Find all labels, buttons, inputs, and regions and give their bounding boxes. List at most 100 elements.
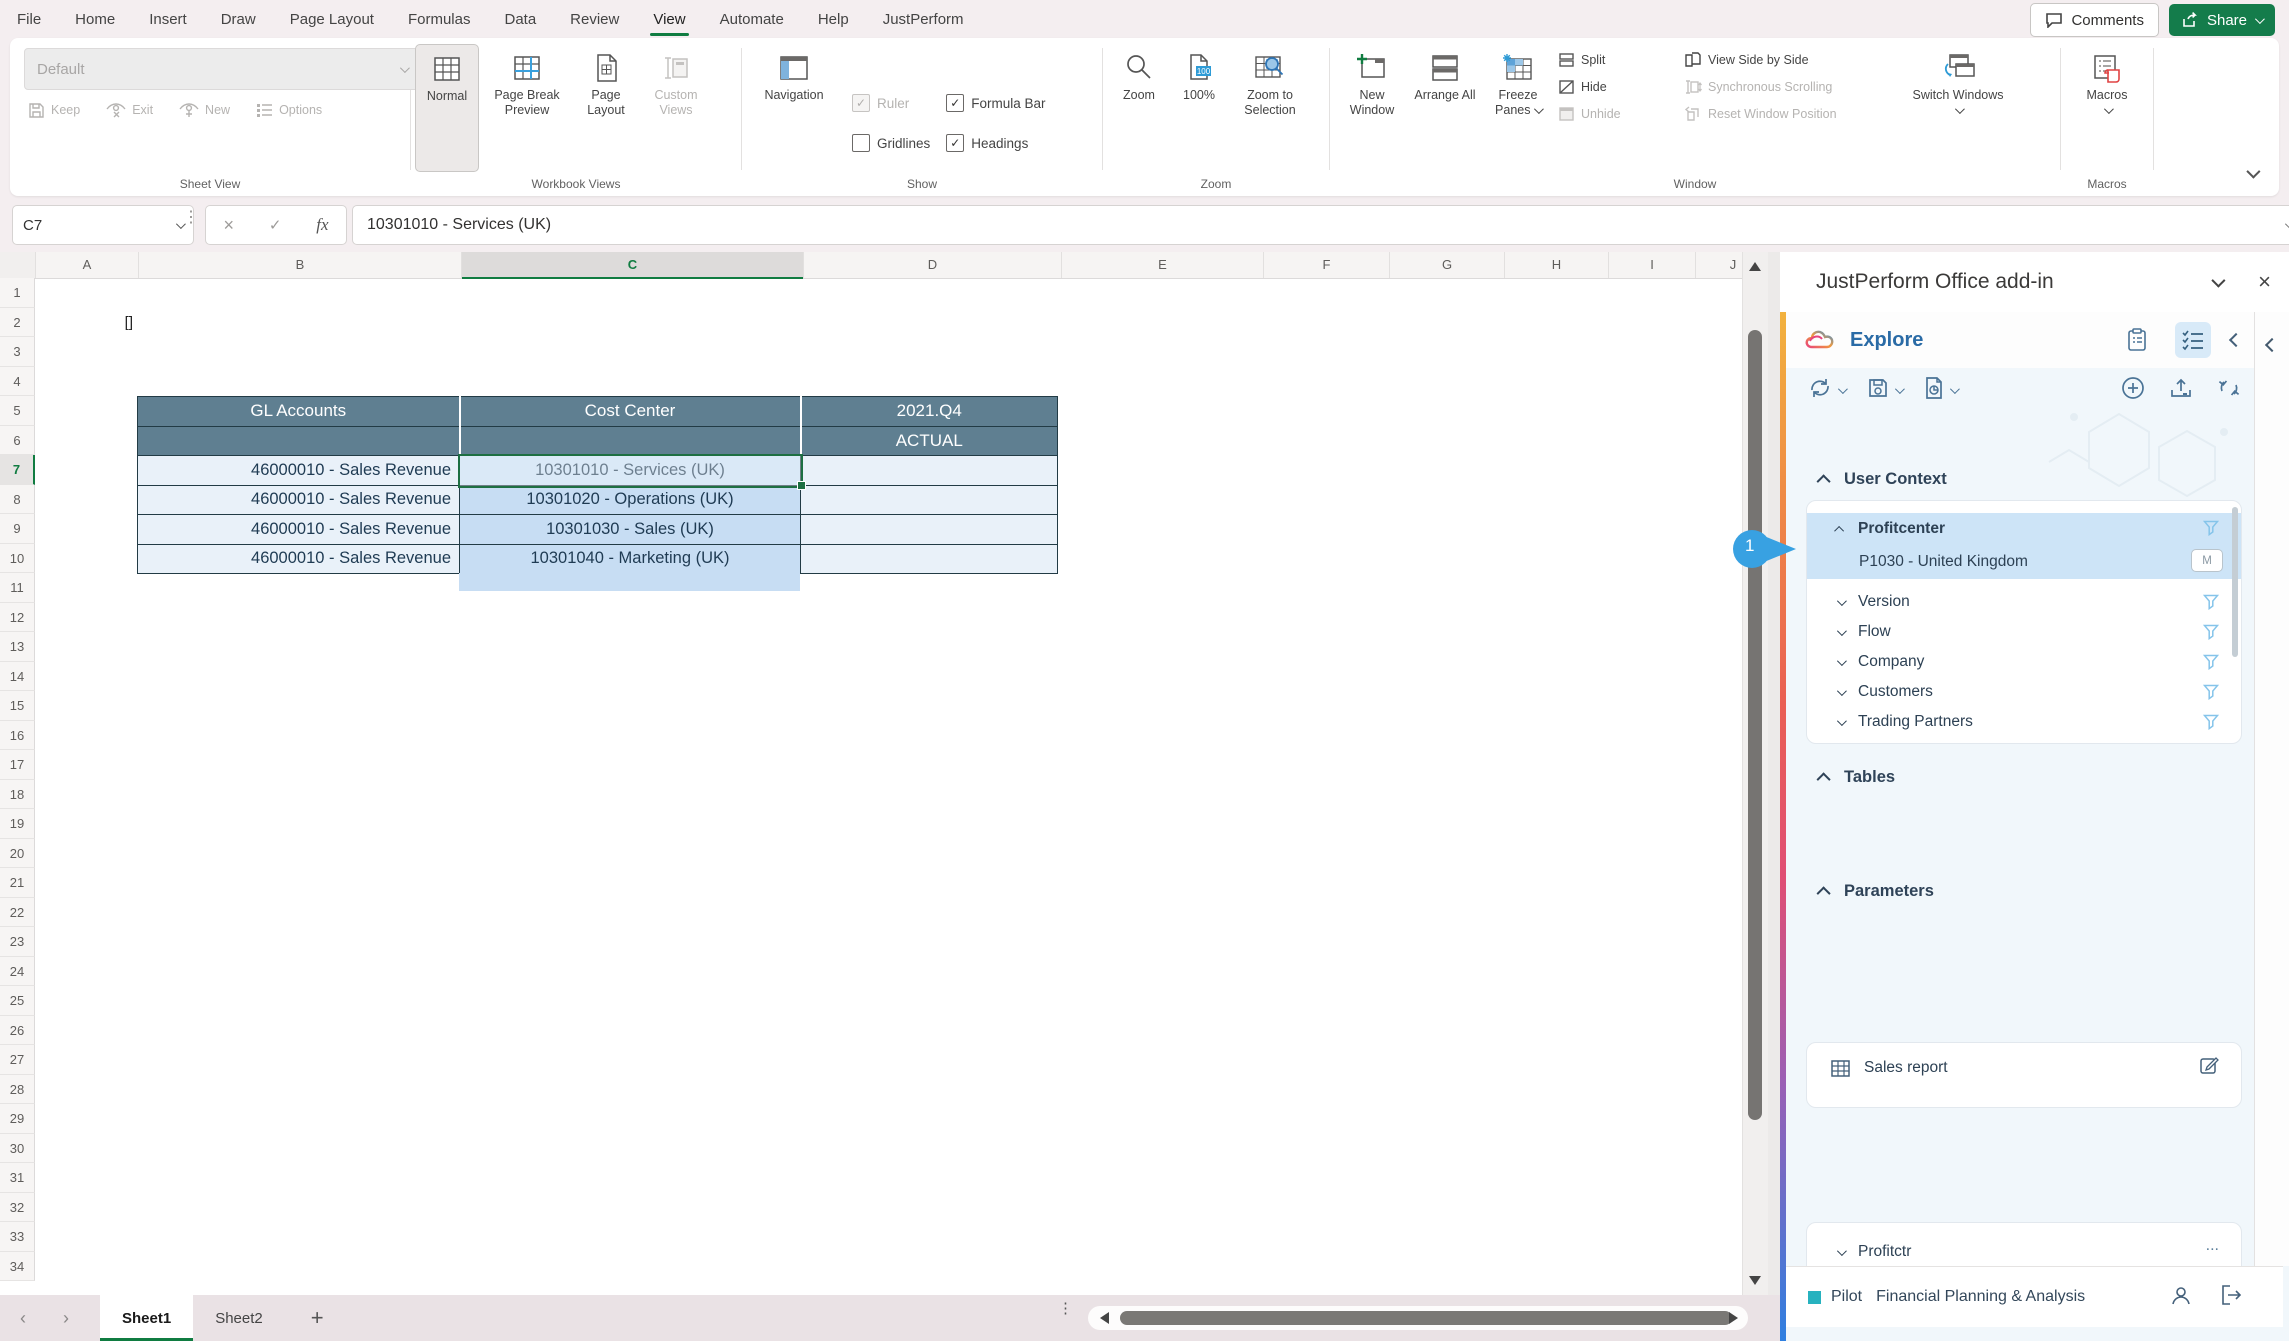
save-icon[interactable] xyxy=(1867,377,1889,404)
row-header-32[interactable]: 32 xyxy=(0,1193,35,1223)
add-sheet-button[interactable]: + xyxy=(285,1305,350,1331)
row-header-8[interactable]: 8 xyxy=(0,485,35,515)
sheet-view-dropdown[interactable]: Default xyxy=(24,48,420,90)
share-dropdown-icon[interactable] xyxy=(2255,14,2265,24)
gridlines-checkbox[interactable]: Gridlines xyxy=(852,130,930,156)
fx-icon[interactable]: fx xyxy=(316,215,328,235)
subheader-actual[interactable]: ACTUAL xyxy=(801,426,1058,456)
tab-sheet1[interactable]: Sheet1 xyxy=(100,1295,193,1341)
tab-sheet2[interactable]: Sheet2 xyxy=(193,1295,285,1341)
scroll-right-arrow[interactable] xyxy=(1729,1312,1738,1324)
menu-page-layout[interactable]: Page Layout xyxy=(273,0,391,38)
row-header-9[interactable]: 9 xyxy=(0,514,35,544)
panel-menu-icon[interactable] xyxy=(2211,274,2225,288)
chevron-down-icon[interactable] xyxy=(1950,384,1960,394)
cell[interactable] xyxy=(801,544,1058,574)
column-header-h[interactable]: H xyxy=(1505,252,1609,278)
cell[interactable]: 46000010 - Sales Revenue xyxy=(138,485,460,515)
scroll-up-arrow[interactable] xyxy=(1749,262,1761,271)
row-header-4[interactable]: 4 xyxy=(0,367,35,397)
tabs-scroll-right-icon[interactable]: › xyxy=(46,1308,86,1329)
subheader-cell[interactable] xyxy=(460,426,801,456)
dimension-flow[interactable]: Flow xyxy=(1807,617,2241,647)
edit-icon[interactable] xyxy=(2199,1055,2219,1075)
grid-area[interactable]: 1234567891011121314151617181920212223242… xyxy=(0,278,1742,1295)
new-sheet-view-button[interactable]: New xyxy=(179,98,230,122)
panel-list-scrollbar[interactable] xyxy=(2232,507,2238,657)
keep-button[interactable]: Keep xyxy=(28,98,80,122)
row-header-7[interactable]: 7 xyxy=(0,455,35,485)
unhide-button[interactable]: Unhide xyxy=(1558,102,1676,126)
parameter-profitctr[interactable]: Profitctr ... xyxy=(1807,1237,2241,1267)
row-header-3[interactable]: 3 xyxy=(0,337,35,367)
vertical-scroll-thumb[interactable] xyxy=(1748,330,1762,1120)
row-header-31[interactable]: 31 xyxy=(0,1163,35,1193)
cell-a2[interactable]: [] xyxy=(35,308,133,338)
row-header-17[interactable]: 17 xyxy=(0,750,35,780)
chevron-down-icon[interactable] xyxy=(1895,384,1905,394)
row-header-12[interactable]: 12 xyxy=(0,603,35,633)
header-period[interactable]: 2021.Q4 xyxy=(801,397,1058,427)
formula-bar-checkbox[interactable]: Formula Bar xyxy=(946,90,1045,116)
more-options-icon[interactable]: ... xyxy=(2206,1237,2219,1255)
collapse-left-icon[interactable] xyxy=(2229,333,2243,347)
header-cost-center[interactable]: Cost Center xyxy=(460,397,801,427)
scroll-down-arrow[interactable] xyxy=(1749,1276,1761,1285)
column-header-i[interactable]: I xyxy=(1609,252,1696,278)
headings-checkbox[interactable]: Headings xyxy=(946,130,1045,156)
cancel-icon[interactable]: × xyxy=(223,215,234,236)
macros-button[interactable]: Macros xyxy=(2072,44,2142,170)
menu-justperform[interactable]: JustPerform xyxy=(866,0,981,38)
dimension-trading-partners[interactable]: Trading Partners xyxy=(1807,707,2241,737)
navigation-button[interactable]: Navigation xyxy=(752,44,836,170)
row-header-16[interactable]: 16 xyxy=(0,721,35,751)
row-header-2[interactable]: 2 xyxy=(0,308,35,338)
collapse-ribbon-icon[interactable] xyxy=(2246,165,2260,179)
cell[interactable]: 46000010 - Sales Revenue xyxy=(138,515,460,545)
filter-icon[interactable] xyxy=(2203,624,2219,640)
comments-button[interactable]: Comments xyxy=(2030,3,2159,37)
dimension-company[interactable]: Company xyxy=(1807,647,2241,677)
dimension-profitcenter[interactable]: Profitcenter xyxy=(1807,513,2241,545)
sheet-view-options-button[interactable]: Options xyxy=(256,98,322,122)
row-header-24[interactable]: 24 xyxy=(0,957,35,987)
view-side-by-side-button[interactable]: View Side by Side xyxy=(1684,48,1902,72)
menu-home[interactable]: Home xyxy=(58,0,132,38)
cell[interactable]: 46000010 - Sales Revenue xyxy=(138,456,460,486)
cell[interactable] xyxy=(801,515,1058,545)
row-header-13[interactable]: 13 xyxy=(0,632,35,662)
cell[interactable]: 10301030 - Sales (UK) xyxy=(460,515,801,545)
member-p1030[interactable]: P1030 - United Kingdom M xyxy=(1807,545,2241,579)
row-header-19[interactable]: 19 xyxy=(0,809,35,839)
share-button[interactable]: Share xyxy=(2169,4,2275,36)
reset-window-position-button[interactable]: Reset Window Position xyxy=(1684,102,1902,126)
refresh-icon[interactable] xyxy=(1808,377,1832,404)
row-header-33[interactable]: 33 xyxy=(0,1222,35,1252)
horizontal-scroll-thumb[interactable] xyxy=(1120,1311,1732,1325)
menu-help[interactable]: Help xyxy=(801,0,866,38)
custom-views-button[interactable]: Custom Views xyxy=(641,44,711,170)
row-header-1[interactable]: 1 xyxy=(0,278,35,308)
formula-input[interactable]: 10301010 - Services (UK) xyxy=(352,205,2289,245)
row-header-27[interactable]: 27 xyxy=(0,1045,35,1075)
row-header-6[interactable]: 6 xyxy=(0,426,35,456)
menu-view[interactable]: View xyxy=(636,0,702,38)
filter-icon[interactable] xyxy=(2203,594,2219,610)
switch-windows-button[interactable]: Switch Windows xyxy=(1910,44,2006,170)
arrange-all-button[interactable]: Arrange All xyxy=(1412,44,1478,170)
row-header-18[interactable]: 18 xyxy=(0,780,35,810)
vertical-scrollbar[interactable] xyxy=(1742,252,1769,1295)
menu-draw[interactable]: Draw xyxy=(204,0,273,38)
section-user-context[interactable]: User Context xyxy=(1820,470,1947,489)
column-header-g[interactable]: G xyxy=(1390,252,1505,278)
row-header-25[interactable]: 25 xyxy=(0,986,35,1016)
row-header-15[interactable]: 15 xyxy=(0,691,35,721)
menu-review[interactable]: Review xyxy=(553,0,636,38)
menu-formulas[interactable]: Formulas xyxy=(391,0,488,38)
cell[interactable] xyxy=(801,456,1058,486)
dimension-version[interactable]: Version xyxy=(1807,587,2241,617)
header-gl-accounts[interactable]: GL Accounts xyxy=(138,397,460,427)
column-header-e[interactable]: E xyxy=(1062,252,1264,278)
sign-out-icon[interactable] xyxy=(2219,1283,2243,1312)
menu-automate[interactable]: Automate xyxy=(703,0,801,38)
